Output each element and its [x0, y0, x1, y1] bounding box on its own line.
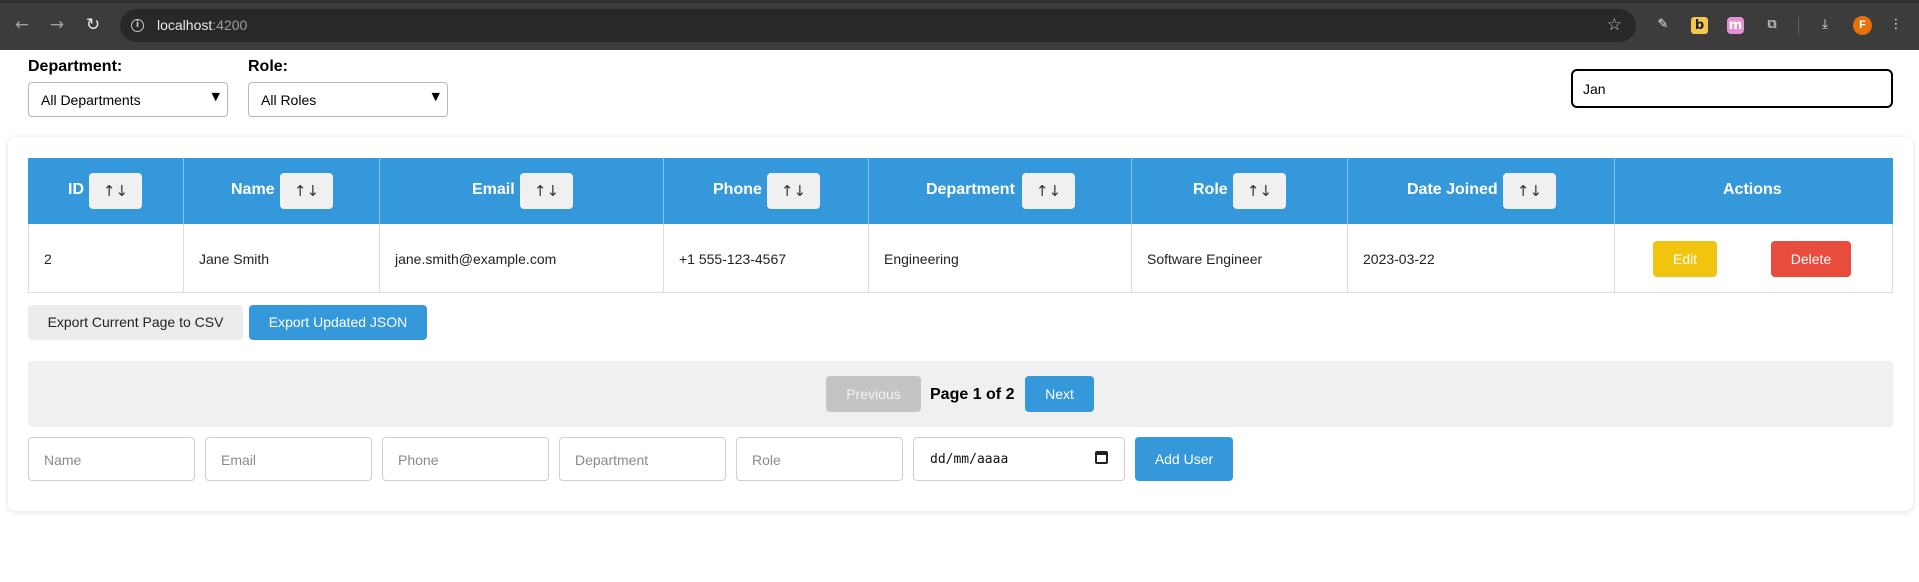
- cell-role-value: Software Engineer: [1147, 251, 1263, 267]
- header-actions: Actions: [1615, 158, 1893, 224]
- header-date-joined: Date Joined ↑↓: [1348, 158, 1615, 224]
- calendar-icon[interactable]: [1095, 451, 1108, 464]
- name-field[interactable]: Name: [28, 437, 195, 481]
- header-id: ID ↑↓: [28, 158, 184, 224]
- cell-actions: Edit Delete: [1615, 224, 1893, 293]
- search-input[interactable]: Jan: [1571, 69, 1893, 108]
- site-info-icon[interactable]: i: [131, 19, 144, 32]
- cell-department-value: Engineering: [884, 251, 959, 267]
- cell-id: 2: [28, 224, 184, 293]
- export-json-button[interactable]: Export Updated JSON: [249, 305, 427, 340]
- phone-field[interactable]: Phone: [382, 437, 549, 481]
- department-select-value: All Departments: [41, 92, 141, 108]
- header-name-label: Name: [231, 181, 275, 198]
- export-csv-button[interactable]: Export Current Page to CSV: [28, 305, 243, 340]
- browser-menu-icon[interactable]: ⋮: [1886, 15, 1906, 35]
- header-phone: Phone ↑↓: [664, 158, 869, 224]
- role-field[interactable]: Role: [736, 437, 903, 481]
- eyedropper-extension-icon[interactable]: ✎: [1653, 15, 1673, 35]
- header-actions-label: Actions: [1723, 181, 1782, 198]
- extension-m-icon[interactable]: m: [1727, 17, 1744, 34]
- date-field-value: dd/mm/aaaa: [930, 452, 1009, 467]
- url-port: :4200: [212, 17, 248, 33]
- back-icon[interactable]: ←: [10, 13, 34, 37]
- extensions-puzzle-icon[interactable]: ⧉: [1762, 15, 1782, 35]
- role-select-value: All Roles: [261, 92, 317, 108]
- role-filter-label: Role:: [248, 58, 288, 75]
- chevron-down-icon: ▼: [211, 90, 220, 103]
- sort-role-button[interactable]: ↑↓: [1233, 173, 1286, 209]
- delete-button[interactable]: Delete: [1771, 241, 1851, 277]
- sort-phone-button[interactable]: ↑↓: [767, 173, 820, 209]
- address-bar[interactable]: i localhost:4200 ☆: [120, 9, 1636, 42]
- header-name: Name ↑↓: [184, 158, 380, 224]
- profile-avatar[interactable]: F: [1853, 16, 1872, 35]
- header-date-joined-label: Date Joined: [1407, 181, 1498, 198]
- cell-name: Jane Smith: [184, 224, 380, 293]
- url-text[interactable]: localhost:4200: [157, 17, 247, 33]
- department-select[interactable]: All Departments ▼: [28, 82, 228, 117]
- add-user-button[interactable]: Add User: [1135, 437, 1233, 481]
- cell-phone: +1 555-123-4567: [664, 224, 869, 293]
- chevron-down-icon: ▼: [431, 90, 440, 103]
- sort-department-button[interactable]: ↑↓: [1022, 173, 1075, 209]
- header-role-label: Role: [1193, 181, 1228, 198]
- cell-email-value: jane.smith@example.com: [395, 251, 557, 267]
- role-select[interactable]: All Roles ▼: [248, 82, 448, 117]
- header-role: Role ↑↓: [1132, 158, 1348, 224]
- sort-name-button[interactable]: ↑↓: [280, 173, 333, 209]
- tab-strip: [0, 0, 1919, 3]
- extension-b-icon[interactable]: b: [1691, 17, 1708, 34]
- previous-button[interactable]: Previous: [826, 376, 921, 412]
- cell-department: Engineering: [869, 224, 1132, 293]
- edit-button[interactable]: Edit: [1653, 241, 1717, 277]
- cell-date-joined: 2023-03-22: [1348, 224, 1615, 293]
- bookmark-star-icon[interactable]: ☆: [1607, 15, 1622, 35]
- date-field[interactable]: dd/mm/aaaa: [913, 437, 1125, 481]
- sort-email-button[interactable]: ↑↓: [520, 173, 573, 209]
- forward-icon[interactable]: →: [45, 13, 69, 37]
- cell-id-value: 2: [44, 251, 52, 267]
- header-department-label: Department: [926, 181, 1015, 198]
- sort-date-joined-button[interactable]: ↑↓: [1503, 173, 1556, 209]
- sort-id-button[interactable]: ↑↓: [89, 173, 142, 209]
- page-indicator: Page 1 of 2: [930, 386, 1015, 403]
- header-email: Email ↑↓: [380, 158, 664, 224]
- next-button[interactable]: Next: [1025, 376, 1094, 412]
- download-icon[interactable]: ⤓: [1815, 15, 1835, 35]
- header-email-label: Email: [472, 181, 515, 198]
- department-filter-label: Department:: [28, 58, 123, 75]
- cell-name-value: Jane Smith: [199, 251, 270, 267]
- department-field[interactable]: Department: [559, 437, 726, 481]
- reload-icon[interactable]: ↻: [81, 13, 105, 37]
- url-host: localhost: [157, 17, 213, 33]
- browser-toolbar: ← → ↻ i localhost:4200 ☆ ✎ b m ⧉ ⤓ F ⋮: [0, 0, 1919, 50]
- header-id-label: ID: [68, 181, 84, 198]
- email-field[interactable]: Email: [205, 437, 372, 481]
- cell-date-joined-value: 2023-03-22: [1363, 251, 1435, 267]
- toolbar-divider: [1798, 17, 1799, 35]
- cell-phone-value: +1 555-123-4567: [679, 251, 787, 267]
- cell-email: jane.smith@example.com: [380, 224, 664, 293]
- cell-role: Software Engineer: [1132, 224, 1348, 293]
- header-department: Department ↑↓: [869, 158, 1132, 224]
- header-phone-label: Phone: [713, 181, 762, 198]
